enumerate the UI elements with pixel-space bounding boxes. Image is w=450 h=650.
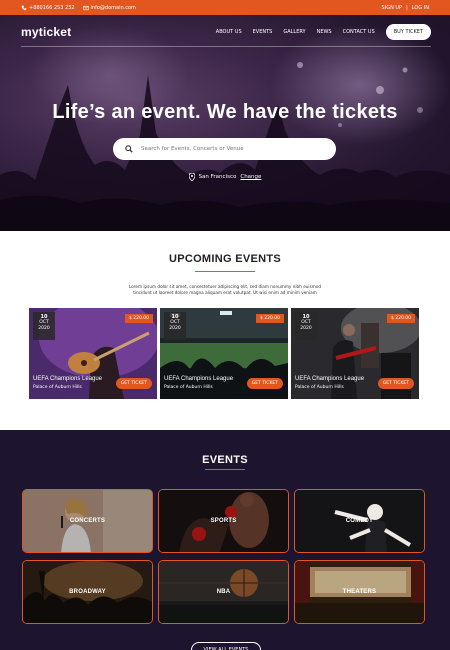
events-title: EVENTS	[202, 454, 248, 466]
event-card[interactable]: 10 OCT 2020 $ 220.00 UEFA Champions Leag…	[291, 308, 419, 399]
event-year: 2020	[300, 326, 312, 331]
login-link[interactable]: LOG IN	[412, 5, 429, 11]
nav-item-gallery[interactable]: GALLERY	[283, 29, 305, 35]
event-venue: Palace of Auburn Hills	[295, 385, 344, 390]
event-price-badge: $ 220.00	[255, 314, 284, 323]
event-year: 2020	[38, 326, 50, 331]
category-label: BROADWAY	[69, 589, 106, 595]
nav-item-contact-us[interactable]: CONTACT US	[343, 29, 375, 35]
nav-item-news[interactable]: NEWS	[317, 29, 332, 35]
event-title: UEFA Champions League	[295, 376, 365, 382]
mail-icon	[82, 5, 89, 10]
location-selector: San Francisco Change	[0, 173, 450, 181]
buy-ticket-button[interactable]: BUY TICKET	[385, 24, 431, 40]
event-date-badge: 10 OCT 2020	[33, 312, 55, 340]
search-input[interactable]	[141, 146, 321, 152]
search-icon[interactable]	[125, 145, 133, 153]
get-ticket-button[interactable]: GET TICKET	[377, 378, 414, 389]
event-title: UEFA Champions League	[164, 376, 234, 382]
event-date-badge: 10 OCT 2020	[295, 312, 317, 340]
phone-number: +880166 253 232	[29, 4, 75, 11]
event-venue: Palace of Auburn Hills	[33, 385, 82, 390]
category-label: CONCERTS	[69, 518, 106, 524]
upcoming-events-title: UPCOMING EVENTS	[168, 253, 282, 265]
upcoming-events-section: UPCOMING EVENTS Lorem ipsum dolor sit am…	[0, 231, 450, 430]
signup-link[interactable]: SIGN UP	[382, 5, 403, 11]
location-name: San Francisco	[198, 174, 237, 180]
hero-section: myticket ABOUT US EVENTS GALLERY NEWS CO…	[0, 15, 450, 231]
event-cards: 10 OCT 2020 $ 220.00 UEFA Champions Leag…	[29, 308, 420, 399]
category-tile-comedy[interactable]: COMEDY	[294, 489, 425, 553]
nav-item-events[interactable]: EVENTS	[253, 29, 273, 35]
phone-contact[interactable]: +880166 253 232	[21, 5, 75, 11]
auth-separator: |	[406, 4, 408, 11]
search-bar[interactable]	[113, 138, 336, 160]
nav-divider	[21, 46, 431, 47]
category-tile-concerts[interactable]: CONCERTS	[22, 489, 153, 553]
category-tile-nba[interactable]: NBA	[158, 560, 289, 624]
location-pin-icon	[188, 173, 195, 181]
hero-title: Life’s an event. We have the tickets	[52, 101, 398, 123]
title-underline	[195, 271, 255, 272]
event-category-grid: CONCERTS SPORTS COMEDY BROADWAY NBA THEA…	[22, 489, 426, 624]
category-tile-sports[interactable]: SPORTS	[158, 489, 289, 553]
phone-icon	[21, 5, 27, 10]
top-bar: +880166 253 232 info@domain.com SIGN UP …	[0, 0, 450, 15]
events-section: EVENTS CONCERTS SPORTS COMEDY BROADWAY N…	[0, 430, 450, 650]
title-underline	[205, 469, 245, 470]
category-label: THEATERS	[342, 589, 377, 595]
event-price-badge: $ 220.00	[124, 314, 153, 323]
category-label: SPORTS	[210, 518, 237, 524]
site-logo[interactable]: myticket	[21, 25, 71, 39]
nav-item-about-us[interactable]: ABOUT US	[216, 29, 242, 35]
main-navigation: myticket ABOUT US EVENTS GALLERY NEWS CO…	[21, 21, 431, 43]
category-label: NBA	[216, 589, 231, 595]
event-venue: Palace of Auburn Hills	[164, 385, 213, 390]
event-title: UEFA Champions League	[33, 376, 103, 382]
event-card[interactable]: 10 OCT 2020 $ 220.00 UEFA Champions Leag…	[29, 308, 157, 399]
category-label: COMEDY	[345, 518, 374, 524]
get-ticket-button[interactable]: GET TICKET	[246, 378, 283, 389]
event-year: 2020	[169, 326, 181, 331]
event-card[interactable]: 10 OCT 2020 $ 220.00 UEFA Champions Leag…	[160, 308, 288, 399]
email-address: info@domain.com	[90, 4, 136, 11]
get-ticket-button[interactable]: GET TICKET	[115, 378, 152, 389]
category-tile-broadway[interactable]: BROADWAY	[22, 560, 153, 624]
change-location-link[interactable]: Change	[240, 174, 261, 180]
upcoming-events-description: Lorem ipsum dolor sit amet, consectetuer…	[128, 284, 322, 295]
nav-menu: ABOUT US EVENTS GALLERY NEWS CONTACT US …	[216, 24, 431, 40]
event-date-badge: 10 OCT 2020	[164, 312, 186, 340]
view-all-events-button[interactable]: VIEW ALL EVENTS	[191, 642, 261, 650]
event-price-badge: $ 220.00	[386, 314, 415, 323]
auth-links: SIGN UP | LOG IN	[382, 5, 429, 11]
email-contact[interactable]: info@domain.com	[82, 4, 136, 11]
contact-info: +880166 253 232 info@domain.com	[21, 5, 136, 11]
category-tile-theaters[interactable]: THEATERS	[294, 560, 425, 624]
